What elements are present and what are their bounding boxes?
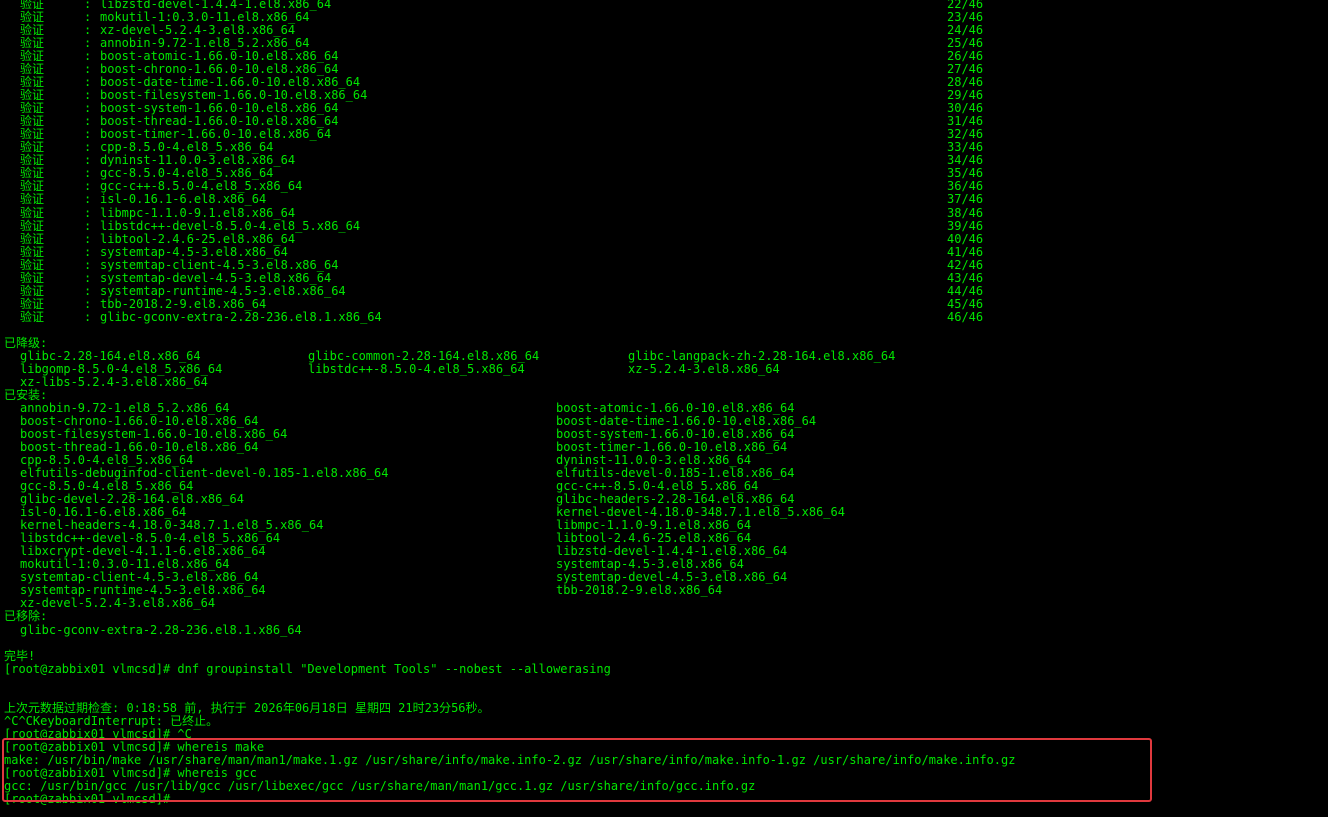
shell-line: [root@zabbix01 vlmcsd]# bbox=[0, 791, 1328, 808]
shell-line: [root@zabbix01 vlmcsd]# dnf groupinstall… bbox=[0, 661, 1328, 678]
downgraded-package: libgomp-8.5.0-4.el8_5.x86_64 bbox=[20, 361, 223, 376]
verify-progress: 41/46 bbox=[947, 244, 984, 259]
verify-label: 验证 bbox=[20, 309, 45, 324]
downgraded-package: xz-libs-5.2.4-3.el8.x86_64 bbox=[20, 374, 208, 389]
downgraded-row: xz-libs-5.2.4-3.el8.x86_64 bbox=[0, 374, 1328, 391]
section-heading: 已降级: bbox=[4, 335, 48, 350]
verify-colon: : bbox=[84, 309, 92, 324]
verify-colon: : bbox=[84, 192, 92, 207]
verify-progress: 38/46 bbox=[947, 205, 984, 220]
shell-output-text: [root@zabbix01 vlmcsd]# whereis make bbox=[4, 739, 265, 754]
verify-progress: 37/46 bbox=[947, 192, 984, 207]
section-heading: 已移除: bbox=[4, 609, 48, 624]
verify-package: libtool-2.4.6-25.el8.x86_64 bbox=[100, 231, 296, 246]
verify-label: 验证 bbox=[20, 283, 45, 298]
verify-colon: : bbox=[84, 231, 92, 246]
verify-colon: : bbox=[84, 244, 92, 259]
verify-colon: : bbox=[84, 218, 92, 233]
installed-package: xz-devel-5.2.4-3.el8.x86_64 bbox=[20, 596, 216, 611]
verify-colon: : bbox=[84, 257, 92, 272]
downgraded-package: glibc-langpack-zh-2.28-164.el8.x86_64 bbox=[628, 348, 896, 363]
verify-package: systemtap-client-4.5-3.el8.x86_64 bbox=[100, 257, 339, 272]
shell-output-text: [root@zabbix01 vlmcsd]# whereis gcc bbox=[4, 765, 257, 780]
shell-output-text: 上次元数据过期检查: 0:18:58 前, 执行于 2026年06月18日 星期… bbox=[4, 700, 490, 715]
verify-progress: 44/46 bbox=[947, 283, 984, 298]
verify-package: systemtap-devel-4.5-3.el8.x86_64 bbox=[100, 270, 332, 285]
downgraded-package: glibc-common-2.28-164.el8.x86_64 bbox=[308, 348, 540, 363]
shell-output-text: [root@zabbix01 vlmcsd]# bbox=[4, 791, 171, 806]
shell-output-text: ^C^CKeyboardInterrupt: 已终止。 bbox=[4, 713, 219, 728]
verify-progress: 45/46 bbox=[947, 296, 984, 311]
downgraded-package: libstdc++-8.5.0-4.el8_5.x86_64 bbox=[308, 361, 525, 376]
verify-progress: 46/46 bbox=[947, 309, 984, 324]
verify-package: libmpc-1.1.0-9.1.el8.x86_64 bbox=[100, 205, 296, 220]
verify-label: 验证 bbox=[20, 244, 45, 259]
verify-label: 验证 bbox=[20, 218, 45, 233]
verify-package: systemtap-runtime-4.5-3.el8.x86_64 bbox=[100, 283, 346, 298]
removed-row: glibc-gconv-extra-2.28-236.el8.1.x86_64 bbox=[0, 622, 1328, 639]
verify-colon: : bbox=[84, 296, 92, 311]
shell-output-text: 完毕! bbox=[4, 648, 36, 663]
verify-colon: : bbox=[84, 283, 92, 298]
verify-progress: 39/46 bbox=[947, 218, 984, 233]
verify-label: 验证 bbox=[20, 296, 45, 311]
terminal-output: 验证: libzstd-devel-1.4.4-1.el8.x86_64 22/46… bbox=[0, 0, 1328, 808]
removed-package: glibc-gconv-extra-2.28-236.el8.1.x86_64 bbox=[20, 622, 302, 637]
verify-progress: 40/46 bbox=[947, 231, 984, 246]
verify-label: 验证 bbox=[20, 231, 45, 246]
verify-package: systemtap-4.5-3.el8.x86_64 bbox=[100, 244, 288, 259]
downgraded-package: glibc-2.28-164.el8.x86_64 bbox=[20, 348, 201, 363]
verify-line: 验证: glibc-gconv-extra-2.28-236.el8.1.x86_… bbox=[0, 309, 1328, 326]
verify-progress: 43/46 bbox=[947, 270, 984, 285]
shell-line: ^C^CKeyboardInterrupt: 已终止。 bbox=[0, 713, 1328, 730]
verify-label: 验证 bbox=[20, 257, 45, 272]
shell-output-text: [root@zabbix01 vlmcsd]# ^C bbox=[4, 726, 192, 741]
installed-row: xz-devel-5.2.4-3.el8.x86_64 bbox=[0, 596, 1328, 612]
verify-package: isl-0.16.1-6.el8.x86_64 bbox=[100, 192, 267, 207]
verify-package: libstdc++-devel-8.5.0-4.el8_5.x86_64 bbox=[100, 218, 361, 233]
shell-output-text: gcc: /usr/bin/gcc /usr/lib/gcc /usr/libe… bbox=[4, 778, 756, 793]
shell-output-text: make: /usr/bin/make /usr/share/man/man1/… bbox=[4, 752, 1016, 767]
verify-progress: 42/46 bbox=[947, 257, 984, 272]
verify-package: tbb-2018.2-9.el8.x86_64 bbox=[100, 296, 267, 311]
shell-line: gcc: /usr/bin/gcc /usr/lib/gcc /usr/libe… bbox=[0, 778, 1328, 795]
verify-package: glibc-gconv-extra-2.28-236.el8.1.x86_64 bbox=[100, 309, 382, 324]
shell-output-text: [root@zabbix01 vlmcsd]# dnf groupinstall… bbox=[4, 661, 611, 676]
installed-package: tbb-2018.2-9.el8.x86_64 bbox=[556, 583, 723, 598]
verify-label: 验证 bbox=[20, 192, 45, 207]
verify-label: 验证 bbox=[20, 270, 45, 285]
verify-colon: : bbox=[84, 270, 92, 285]
downgraded-package: xz-5.2.4-3.el8.x86_64 bbox=[628, 361, 780, 376]
terminal-window[interactable]: 验证: libzstd-devel-1.4.4-1.el8.x86_64 22/46… bbox=[0, 0, 1328, 817]
verify-label: 验证 bbox=[20, 205, 45, 220]
verify-colon: : bbox=[84, 205, 92, 220]
